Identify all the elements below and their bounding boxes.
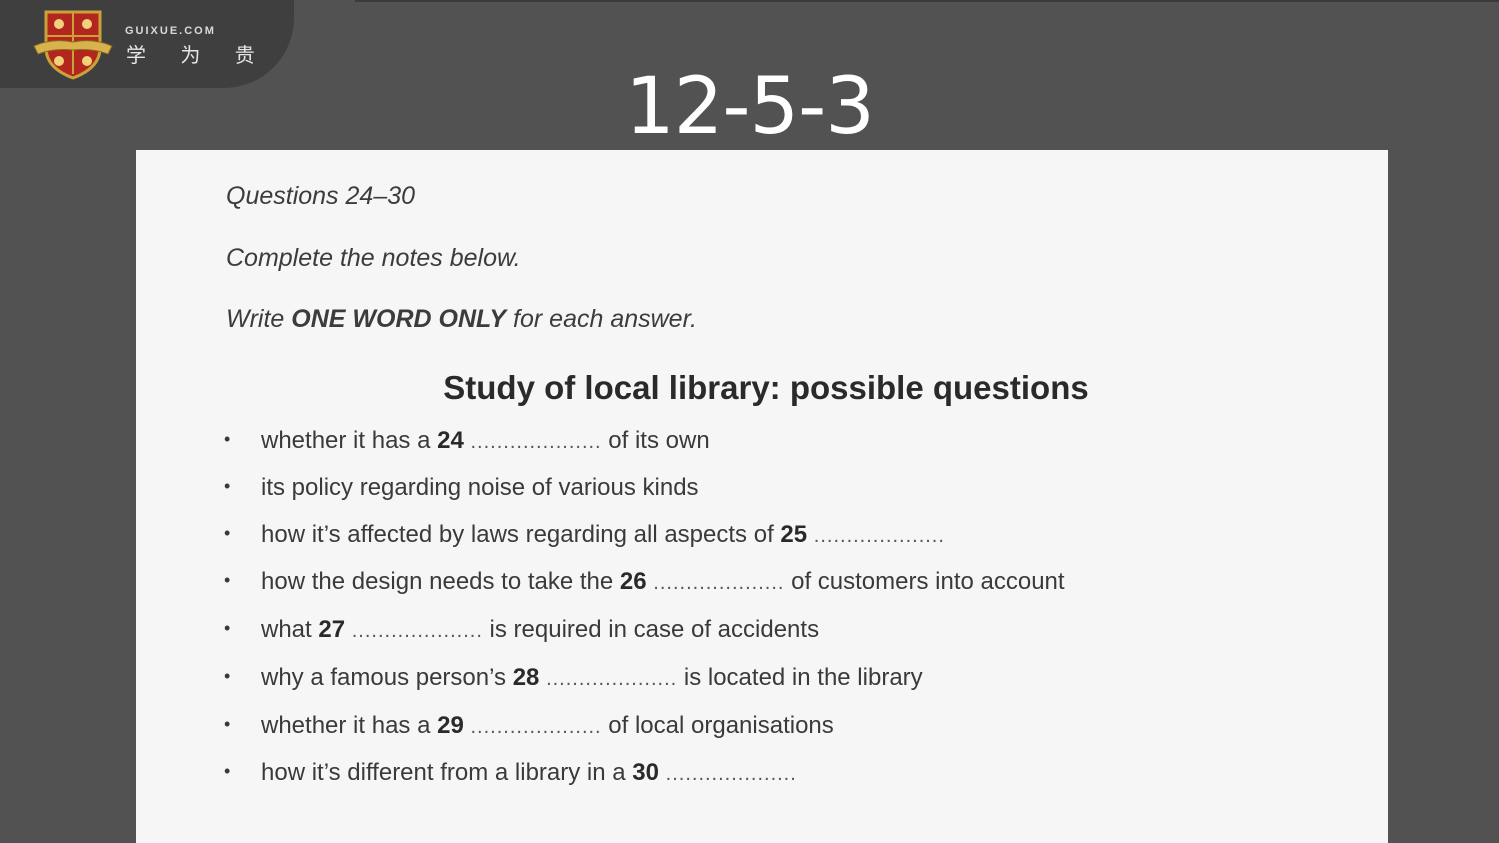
answer-blank: .................... <box>653 572 785 594</box>
item-text-after: is located in the library <box>677 664 923 691</box>
item-text-after: of its own <box>601 427 710 454</box>
list-item: • how the design needs to take the 26 ...… <box>224 568 1065 596</box>
item-text-after: of local organisations <box>601 712 834 739</box>
item-text: whether it has a <box>261 712 438 739</box>
instruction-write: Write ONE WORD ONLY for each answer. <box>226 305 697 334</box>
bullet: • <box>224 429 231 449</box>
list-item: • whether it has a 29 ...................… <box>224 712 834 740</box>
brand-name-en: GUIXUE.COM <box>125 25 216 37</box>
question-number: 30 <box>632 759 659 786</box>
worksheet-page: Questions 24–30 Complete the notes below… <box>136 150 1388 843</box>
bullet: • <box>224 761 231 781</box>
instruction-write-bold: ONE WORD ONLY <box>291 305 507 333</box>
answer-blank: .................... <box>813 525 945 547</box>
question-number: 28 <box>512 664 540 691</box>
bullet: • <box>224 570 231 590</box>
bullet: • <box>224 476 231 496</box>
question-number: 25 <box>780 521 808 548</box>
bullet: • <box>224 523 231 543</box>
list-item: • what 27 .................... is require… <box>224 616 819 644</box>
answer-blank: .................... <box>470 431 602 453</box>
list-item: • whether it has a 24 ...................… <box>224 427 710 455</box>
bullet: • <box>224 714 231 734</box>
notes-heading: Study of local library: possible questio… <box>443 369 1089 406</box>
bullet: • <box>224 618 231 638</box>
item-text-after: of customers into account <box>784 568 1065 595</box>
item-text: how the design needs to take the <box>261 568 620 595</box>
item-text-after: is required in case of accidents <box>482 616 820 643</box>
list-item: • why a famous person’s 28 ..............… <box>224 664 923 692</box>
question-number: 26 <box>619 568 647 595</box>
slide-title: 12-5-3 <box>625 62 875 152</box>
answer-blank: .................... <box>665 763 797 785</box>
item-text: why a famous person’s <box>261 664 513 691</box>
answer-blank: .................... <box>470 716 602 738</box>
answer-blank: .................... <box>351 620 483 642</box>
list-item: • its policy regarding noise of various k… <box>224 474 699 502</box>
questions-label: Questions 24–30 <box>226 182 416 210</box>
instruction-write-pre: Write <box>226 305 292 333</box>
question-number: 29 <box>437 712 464 739</box>
instruction-complete: Complete the notes below. <box>226 244 521 272</box>
item-text: whether it has a <box>261 427 438 454</box>
item-text: how it’s affected by laws regarding all … <box>261 521 781 548</box>
item-text: how it’s different from a library in a <box>261 759 633 786</box>
top-border <box>355 0 1499 2</box>
bullet: • <box>224 666 231 686</box>
list-item: • how it’s different from a library in a … <box>224 759 797 787</box>
item-text: what <box>261 616 319 643</box>
question-number: 27 <box>318 616 346 643</box>
answer-blank: .................... <box>546 668 678 690</box>
list-item: • how it’s affected by laws regarding all… <box>224 521 945 549</box>
question-number: 24 <box>437 427 464 454</box>
instruction-write-post: for each answer. <box>506 305 697 333</box>
item-text: its policy regarding noise of various ki… <box>261 474 699 501</box>
